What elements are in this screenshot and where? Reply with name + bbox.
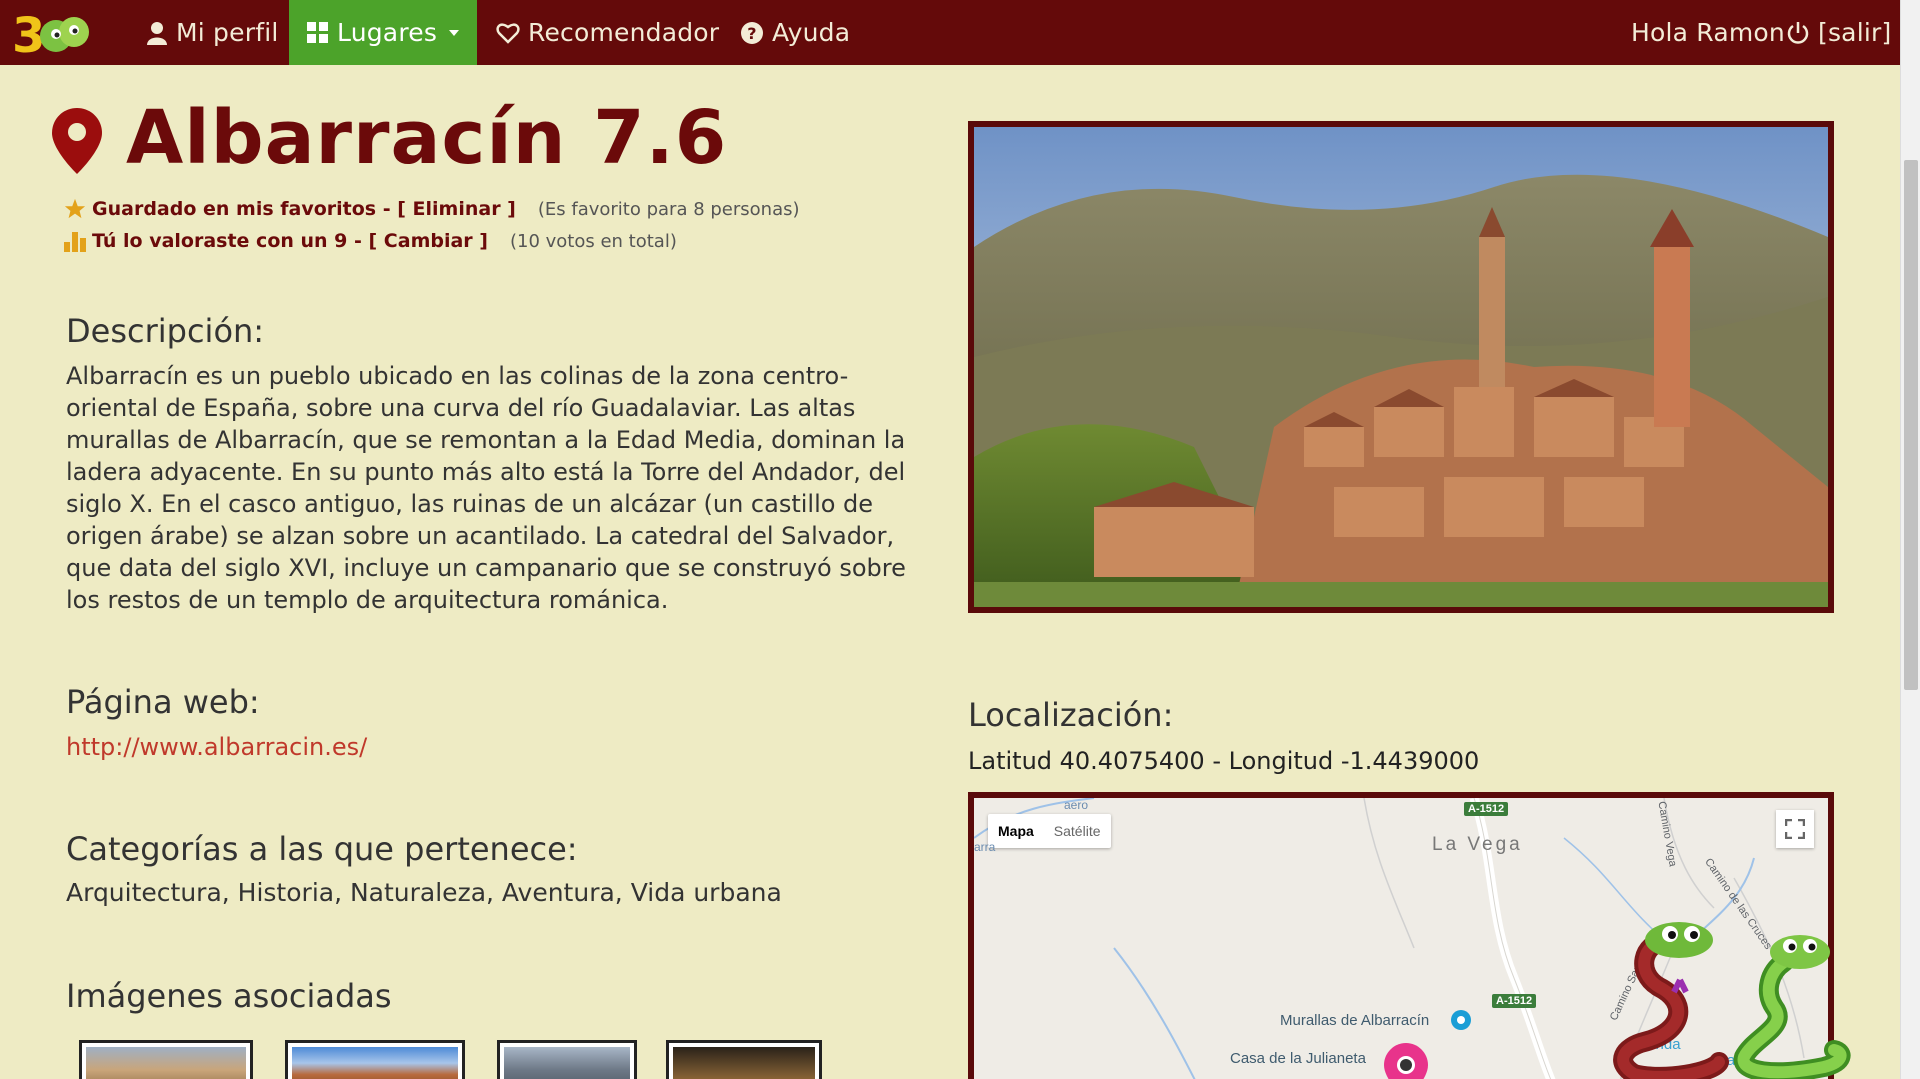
nav-recomendador-label: Recomendador	[528, 18, 720, 47]
place-main-photo	[968, 121, 1834, 613]
website-link[interactable]: http://www.albarracin.es/	[66, 733, 367, 761]
map-label-murallas: Murallas de Albarracín	[1280, 1012, 1430, 1029]
bar-chart-icon	[64, 232, 86, 252]
fullscreen-icon	[1785, 819, 1805, 839]
nav-ayuda-label: Ayuda	[772, 18, 851, 47]
page-scrollbar[interactable]	[1900, 0, 1920, 1079]
change-rating-link[interactable]: Tú lo valoraste con un 9 - [ Cambiar ]	[92, 230, 488, 252]
map-label-arra: arra	[974, 840, 996, 854]
road-badge-2: A-1512	[1492, 994, 1537, 1008]
categories-list: Arquitectura, Historia, Naturaleza, Aven…	[66, 878, 782, 907]
road-badge-1: A-1512	[1464, 802, 1509, 816]
location-pin-icon	[52, 108, 102, 178]
app-logo[interactable]: 3	[10, 6, 92, 64]
nav-ayuda[interactable]: ? Ayuda	[740, 0, 850, 65]
user-icon	[147, 21, 167, 45]
page-title: Albarracín 7.6	[126, 95, 728, 181]
scrollbar-thumb[interactable]	[1904, 160, 1918, 690]
nav-mi-perfil[interactable]: Mi perfil	[146, 0, 278, 65]
grid-icon	[307, 21, 328, 43]
description-text: Albarracín es un pueblo ubicado en las c…	[66, 362, 906, 614]
svg-text:?: ?	[747, 24, 756, 43]
associated-image-4[interactable]	[666, 1040, 822, 1079]
map-type-mapa-button[interactable]: Mapa	[988, 814, 1044, 848]
snake-mascot-image	[1604, 922, 1854, 1079]
map-poi-icon[interactable]	[1449, 1008, 1473, 1032]
star-icon	[64, 198, 86, 219]
favorite-count: (Es favorito para 8 personas)	[537, 198, 800, 220]
categories-heading: Categorías a las que pertenece:	[66, 830, 578, 868]
images-heading: Imágenes asociadas	[66, 977, 392, 1015]
logout-label: [salir]	[1818, 18, 1892, 47]
heart-icon	[496, 22, 520, 44]
nav-recomendador[interactable]: Recomendador	[496, 0, 719, 65]
description-heading: Descripción:	[66, 312, 265, 350]
power-icon	[1787, 21, 1809, 44]
top-navbar: 3 Mi perfil Lugares Recomendador ? Ayuda…	[0, 0, 1900, 65]
map-label-la-vega: La Vega	[1432, 834, 1523, 855]
map-marker-icon[interactable]	[1384, 1043, 1428, 1079]
greeting-label: Hola Ramon	[1631, 18, 1785, 47]
nav-mi-perfil-label: Mi perfil	[176, 18, 279, 47]
map-label-julianeta: Casa de la Julianeta	[1230, 1050, 1366, 1067]
greeting-text: Hola Ramon	[1631, 0, 1785, 65]
map-type-satellite-button[interactable]: Satélite	[1044, 814, 1111, 848]
map-type-toggle: Mapa Satélite	[988, 814, 1111, 848]
logout-link[interactable]: [salir]	[1786, 0, 1891, 65]
nav-lugares-label: Lugares	[337, 18, 438, 47]
map-label-aero: aero	[1064, 798, 1089, 812]
fullscreen-button[interactable]	[1776, 810, 1814, 848]
rating-row: Tú lo valoraste con un 9 - [ Cambiar ] (…	[64, 230, 677, 252]
associated-image-1[interactable]	[79, 1040, 253, 1079]
question-icon: ?	[741, 21, 763, 44]
chevron-down-icon	[449, 29, 460, 36]
favorite-row: Guardado en mis favoritos - [ Eliminar ]…	[64, 198, 800, 220]
place-name: Albarracín	[126, 95, 567, 181]
votes-total: (10 votos en total)	[509, 230, 677, 252]
favorite-toggle-link[interactable]: Guardado en mis favoritos - [ Eliminar ]	[92, 198, 516, 220]
place-score: 7.6	[593, 95, 728, 181]
location-heading: Localización:	[968, 696, 1174, 734]
coordinates-text: Latitud 40.4075400 - Longitud -1.4439000	[968, 747, 1480, 775]
web-heading: Página web:	[66, 683, 260, 721]
associated-image-2[interactable]	[285, 1040, 465, 1079]
associated-image-3[interactable]	[497, 1040, 637, 1079]
nav-lugares[interactable]: Lugares	[289, 0, 478, 65]
